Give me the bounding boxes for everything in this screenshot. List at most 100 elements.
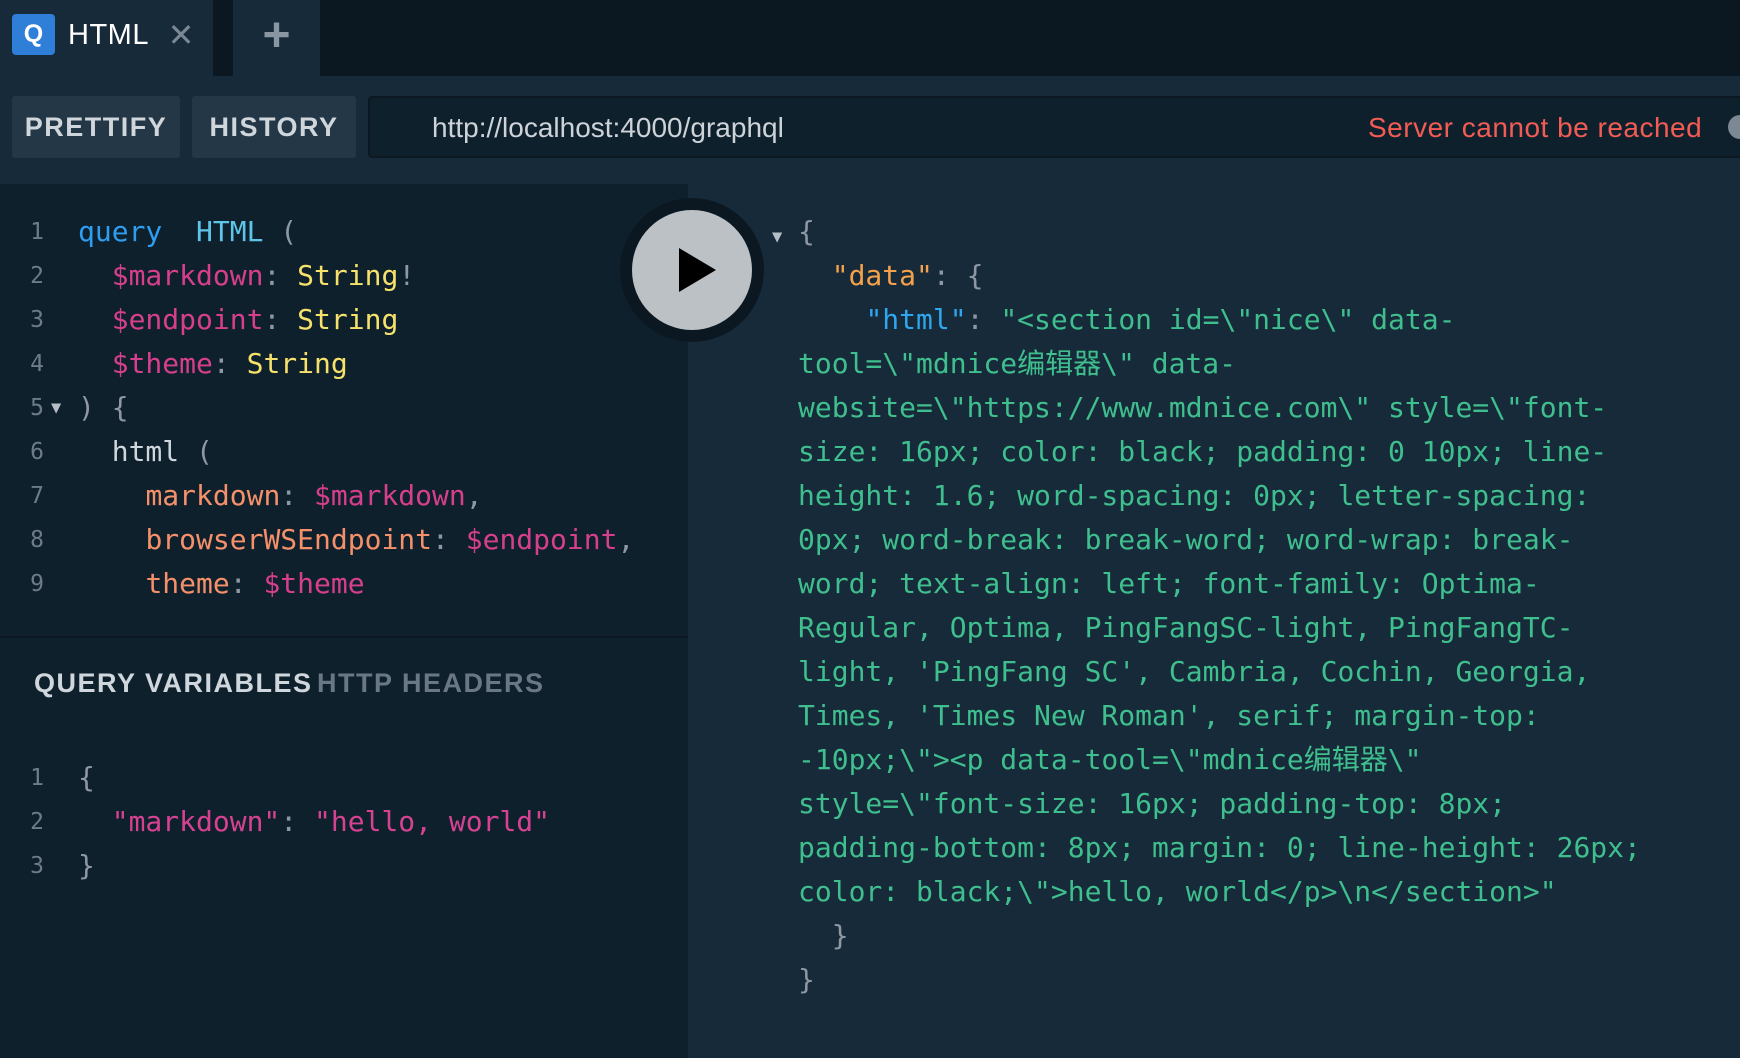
line-number: 1 — [30, 219, 44, 245]
tab-html[interactable]: Q HTML ✕ — [0, 0, 213, 76]
code-line: 5 ▼) { — [0, 386, 688, 430]
line-number: 1 — [30, 765, 44, 791]
result-line: "html": "<section id=\"nice\" data- — [798, 298, 1455, 342]
code-token: website=\"https://www.mdnice.com\" style… — [798, 391, 1608, 424]
line-number: 9 — [30, 571, 44, 597]
code-text: theme: $theme — [78, 562, 364, 606]
graphql-app-logo-icon: Q — [12, 14, 55, 55]
line-number: 4 — [30, 351, 44, 377]
plus-icon: + — [262, 9, 291, 62]
server-status-message: Server cannot be reached — [1368, 112, 1703, 143]
result-line: height: 1.6; word-spacing: 0px; letter-s… — [798, 474, 1590, 518]
code-token: ( — [263, 215, 298, 248]
code-token: : — [966, 303, 1001, 336]
tab-separator — [213, 0, 233, 76]
tab-http-headers[interactable]: HTTP HEADERS — [317, 668, 545, 699]
result-line: tool=\"mdnice编辑器\" data- — [798, 342, 1236, 386]
fold-arrow-icon[interactable]: ▼ — [772, 222, 782, 252]
code-line: 8 browserWSEndpoint: $endpoint, — [0, 518, 688, 562]
code-token: : — [280, 805, 315, 838]
code-text: { — [78, 756, 95, 800]
code-line: 6 html ( — [0, 430, 688, 474]
tab-bar: Q HTML ✕ + — [0, 0, 1740, 76]
line-number: 2 — [30, 809, 44, 835]
tab-query-variables[interactable]: QUERY VARIABLES — [34, 668, 313, 699]
code-token: } — [831, 919, 849, 952]
code-token: ( — [179, 435, 213, 468]
code-text: query HTML ( — [78, 210, 297, 254]
history-button[interactable]: HISTORY — [192, 96, 356, 158]
line-number: 3 — [30, 853, 44, 879]
variables-editor[interactable]: 1{2 "markdown": "hello, world" 3} — [0, 756, 688, 956]
code-token: { — [798, 215, 815, 248]
result-line: color: black;\">hello, world</p>\n</sect… — [798, 870, 1557, 914]
code-token: : — [432, 523, 466, 556]
play-icon — [679, 248, 716, 292]
result-line: size: 16px; color: black; padding: 0 10p… — [798, 430, 1607, 474]
result-line: style=\"font-size: 16px; padding-top: 8p… — [798, 782, 1506, 826]
endpoint-url-input[interactable]: http://localhost:4000/graphql Server can… — [368, 96, 1740, 158]
tab-title: HTML — [68, 19, 149, 51]
line-number: 3 — [30, 307, 44, 333]
code-token: size: 16px; color: black; padding: 0 10p… — [798, 435, 1608, 468]
code-token: $markdown — [111, 259, 264, 292]
code-token: : — [263, 303, 298, 336]
line-number: 2 — [30, 263, 44, 289]
new-tab-button[interactable]: + — [233, 0, 320, 76]
code-token: html — [111, 435, 180, 468]
code-line: 3} — [0, 844, 688, 888]
run-query-button[interactable] — [632, 210, 752, 330]
code-text: $markdown: String! — [78, 254, 415, 298]
code-text: html ( — [78, 430, 213, 474]
line-number: 7 — [30, 483, 44, 509]
result-line: Regular, Optima, PingFangSC-light, PingF… — [798, 606, 1573, 650]
code-token: color: black;\">hello, world</p>\n</sect… — [798, 875, 1557, 908]
code-token: ! — [398, 259, 416, 292]
code-line: 1 query HTML ( — [0, 210, 688, 254]
code-token: "markdown" — [111, 805, 281, 838]
code-token: "hello, world" — [314, 805, 551, 838]
code-text: } — [78, 844, 95, 888]
variables-panel: QUERY VARIABLES HTTP HEADERS 1 {2 "markdo… — [0, 636, 688, 1058]
endpoint-url-text: http://localhost:4000/graphql — [432, 112, 784, 143]
code-token: } — [798, 963, 815, 996]
result-line: website=\"https://www.mdnice.com\" style… — [798, 386, 1607, 430]
code-token: , — [465, 479, 483, 512]
result-line: -10px;\"><p data-tool=\"mdnice编辑器\" — [798, 738, 1421, 782]
code-token: : — [212, 347, 247, 380]
line-number: 6 — [30, 439, 44, 465]
prettify-button[interactable]: PRETTIFY — [12, 96, 180, 158]
status-indicator-icon — [1728, 115, 1740, 139]
query-editor[interactable]: 1 query HTML (2 $markdown: String! 3 $endp… — [0, 184, 688, 636]
code-token: $endpoint — [465, 523, 618, 556]
code-token: String — [297, 259, 399, 292]
fold-arrow-icon[interactable]: ▼ — [51, 386, 61, 430]
result-line: light, 'PingFang SC', Cambria, Cochin, G… — [798, 650, 1590, 694]
close-icon[interactable]: ✕ — [166, 18, 196, 52]
result-viewer: ▼ { "data": { "html": "<section id=\"nic… — [688, 184, 1740, 1058]
code-token: ) { — [78, 391, 129, 424]
code-token: "data" — [831, 259, 933, 292]
result-line: } — [798, 958, 815, 1002]
code-token: : — [280, 479, 315, 512]
code-token: markdown — [145, 479, 281, 512]
code-line: 2 $markdown: String! — [0, 254, 688, 298]
code-token: Times, 'Times New Roman', serif; margin-… — [798, 699, 1540, 732]
code-line: 2 "markdown": "hello, world" — [0, 800, 688, 844]
code-token: theme — [145, 567, 230, 600]
code-token: } — [78, 849, 95, 882]
code-token: $endpoint — [111, 303, 264, 336]
code-line: 3 $endpoint: String — [0, 298, 688, 342]
code-token: tool=\"mdnice编辑器\" data- — [798, 347, 1237, 380]
result-line: } — [798, 914, 849, 958]
code-token: Regular, Optima, PingFangSC-light, PingF… — [798, 611, 1574, 644]
code-token: padding-bottom: 8px; margin: 0; line-hei… — [798, 831, 1641, 864]
code-text: $endpoint: String — [78, 298, 399, 342]
